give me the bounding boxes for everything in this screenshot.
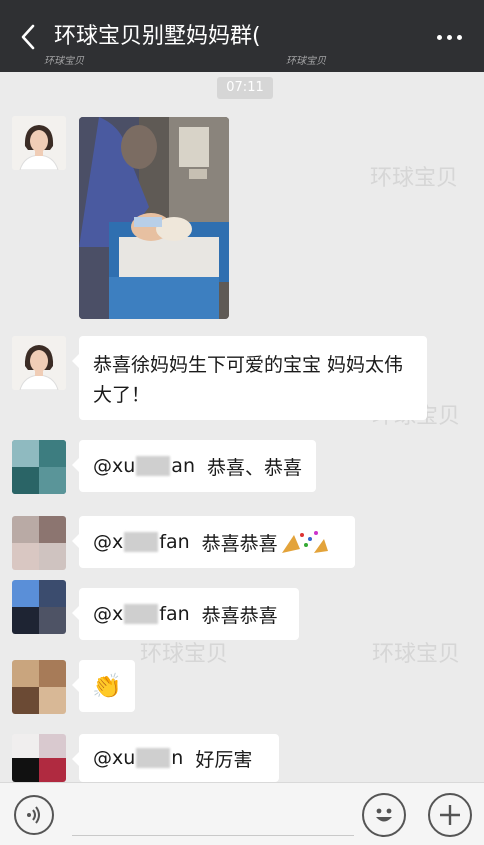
avatar-woman-icon <box>12 336 66 390</box>
mention-suffix: fan <box>159 531 190 553</box>
chat-title: 环球宝贝别墅妈妈群( <box>54 24 261 49</box>
message-input[interactable] <box>72 835 354 836</box>
party-popper-icon <box>281 531 328 553</box>
more-dot <box>446 34 452 40</box>
blurred-name <box>124 604 159 624</box>
voice-button[interactable] <box>14 795 54 835</box>
mention-prefix[interactable]: @x <box>93 603 123 625</box>
blurred-avatar-icon <box>12 734 66 782</box>
voice-icon <box>27 806 40 824</box>
message-bubble[interactable]: @x fan 恭喜恭喜 <box>72 588 299 640</box>
header-watermark-right: 环球宝贝 <box>286 56 326 67</box>
newborn-photo-image <box>79 117 229 319</box>
message-bubble[interactable]: @x fan 恭喜恭喜 <box>72 516 355 568</box>
mention-prefix[interactable]: @xu <box>93 747 135 769</box>
blurred-name <box>136 748 171 768</box>
clapping-hands-emoji: 👏 <box>92 672 122 700</box>
blurred-avatar-icon <box>12 440 66 494</box>
more-dot <box>456 34 462 40</box>
message-text: 恭喜徐妈妈生下可爱的宝宝 妈妈太伟大了！ <box>93 354 404 406</box>
blurred-avatar-icon <box>12 660 66 714</box>
avatar[interactable] <box>12 660 66 714</box>
message-timestamp: 07:11 <box>217 77 273 99</box>
message-text: 恭喜恭喜 <box>201 532 278 555</box>
blurred-avatar-icon <box>12 580 66 634</box>
mention-suffix: fan <box>159 603 190 625</box>
message-bubble[interactable]: @xu an 恭喜、恭喜 <box>72 440 316 492</box>
message-text: 恭喜恭喜 <box>201 604 278 627</box>
message-text: 恭喜、恭喜 <box>206 456 302 479</box>
more-options-button[interactable] <box>432 22 466 52</box>
message-bubble[interactable]: 👏 <box>72 660 135 712</box>
blurred-name <box>124 532 159 552</box>
plus-button[interactable] <box>428 793 472 837</box>
header-watermark-left: 环球宝贝 <box>44 56 84 67</box>
avatar[interactable] <box>12 516 66 570</box>
mention-prefix[interactable]: @x <box>93 531 123 553</box>
back-button[interactable] <box>14 20 42 54</box>
emoji-button[interactable] <box>362 793 406 837</box>
mention-suffix: an <box>171 455 195 477</box>
background-watermark: 环球宝贝 <box>372 642 461 667</box>
avatar[interactable] <box>12 336 66 390</box>
message-bubble[interactable]: 恭喜徐妈妈生下可爱的宝宝 妈妈太伟大了！ <box>72 336 427 420</box>
background-watermark: 环球宝贝 <box>370 166 459 191</box>
chat-header: 环球宝贝别墅妈妈群( 环球宝贝 环球宝贝 <box>0 0 484 72</box>
chevron-left-icon <box>21 24 35 50</box>
avatar[interactable] <box>12 734 66 782</box>
mention-suffix: n <box>171 747 184 769</box>
message-text: 好厉害 <box>195 748 253 771</box>
avatar[interactable] <box>12 116 66 170</box>
more-dots-icon <box>436 34 442 40</box>
blurred-name <box>136 456 171 476</box>
background-watermark: 环球宝贝 <box>140 642 229 667</box>
avatar[interactable] <box>12 440 66 494</box>
smiley-icon <box>376 808 392 822</box>
avatar[interactable] <box>12 580 66 634</box>
message-bubble[interactable]: @xu n 好厉害 <box>72 734 279 782</box>
mention-prefix[interactable]: @xu <box>93 455 135 477</box>
shared-photo[interactable] <box>79 117 229 319</box>
input-bar <box>0 782 484 845</box>
avatar-woman-icon <box>12 116 66 170</box>
plus-icon <box>440 805 460 825</box>
blurred-avatar-icon <box>12 516 66 570</box>
